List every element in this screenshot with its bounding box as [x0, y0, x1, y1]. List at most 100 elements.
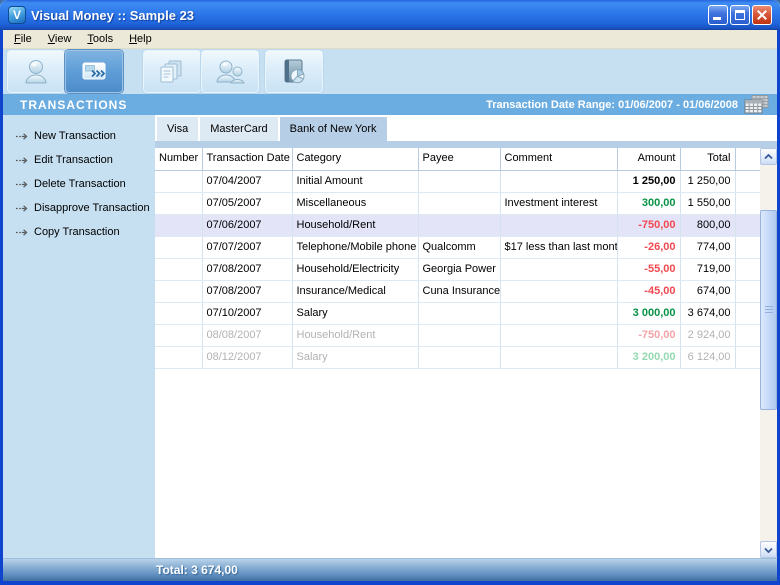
column-header-total[interactable]: Total	[680, 148, 735, 170]
cell-amount: 3 000,00	[617, 302, 680, 324]
cell-date: 07/06/2007	[202, 214, 292, 236]
app-logo-icon: V	[8, 6, 26, 24]
table-row[interactable]: 07/06/2007Household/Rent-750,00800,00	[155, 214, 760, 236]
sidebar-item-new-transaction[interactable]: New Transaction	[3, 124, 155, 148]
app-window: V Visual Money :: Sample 23 File View To…	[0, 0, 780, 585]
cell-number	[155, 280, 202, 302]
cell-payee	[418, 346, 500, 368]
cell-number	[155, 170, 202, 192]
cell-category: Household/Rent	[292, 324, 418, 346]
menu-file-accel: F	[14, 33, 21, 45]
cell-category: Salary	[292, 346, 418, 368]
column-header-number[interactable]: Number	[155, 148, 202, 170]
arrow-icon	[15, 228, 28, 237]
cell-number	[155, 346, 202, 368]
cell-comment	[500, 258, 617, 280]
title-bar: V Visual Money :: Sample 23	[0, 0, 780, 30]
user-icon	[21, 57, 51, 87]
cell-total: 674,00	[680, 280, 735, 302]
sidebar-item-copy-transaction[interactable]: Copy Transaction	[3, 220, 155, 244]
accounts-button[interactable]	[7, 50, 65, 93]
cell-comment	[500, 170, 617, 192]
sidebar-item-label: Edit Transaction	[34, 154, 113, 166]
sidebar: New Transaction Edit Transaction Delete …	[3, 115, 155, 558]
table-row[interactable]: 07/04/2007Initial Amount1 250,001 250,00	[155, 170, 760, 192]
sidebar-item-edit-transaction[interactable]: Edit Transaction	[3, 148, 155, 172]
scroll-up-button[interactable]	[760, 148, 777, 165]
table-row[interactable]: 07/10/2007Salary3 000,003 674,00	[155, 302, 760, 324]
cell-date: 07/08/2007	[202, 258, 292, 280]
vertical-scrollbar[interactable]	[760, 148, 777, 558]
date-range-label: Transaction Date Range: 01/06/2007 - 01/…	[486, 99, 738, 111]
close-icon	[756, 9, 768, 21]
cell-comment	[500, 280, 617, 302]
cell-total: 1 550,00	[680, 192, 735, 214]
copy-documents-button[interactable]	[143, 50, 201, 93]
tab-bank-of-new-york[interactable]: Bank of New York	[280, 117, 387, 141]
scroll-down-button[interactable]	[760, 541, 777, 558]
cell-number	[155, 192, 202, 214]
column-header-comment[interactable]: Comment	[500, 148, 617, 170]
cell-filler	[735, 170, 760, 192]
table-row[interactable]: 08/12/2007Salary3 200,006 124,00	[155, 346, 760, 368]
cell-comment	[500, 324, 617, 346]
cell-payee	[418, 192, 500, 214]
tab-mastercard[interactable]: MasterCard	[200, 117, 277, 141]
scrollbar-grip	[765, 306, 773, 314]
close-button[interactable]	[752, 5, 772, 25]
cell-category: Telephone/Mobile phone	[292, 236, 418, 258]
chevron-down-icon	[764, 547, 773, 553]
menu-help-label: elp	[137, 33, 152, 45]
window-border-bottom	[0, 581, 780, 585]
table-row[interactable]: 07/08/2007Insurance/MedicalCuna Insuranc…	[155, 280, 760, 302]
table-row[interactable]: 08/08/2007Household/Rent-750,002 924,00	[155, 324, 760, 346]
scrollbar-thumb[interactable]	[760, 210, 777, 410]
cell-date: 08/12/2007	[202, 346, 292, 368]
transactions-button[interactable]	[65, 50, 123, 93]
menu-view[interactable]: View	[40, 31, 80, 47]
cell-comment: Investment interest	[500, 192, 617, 214]
cell-amount: -45,00	[617, 280, 680, 302]
sidebar-item-delete-transaction[interactable]: Delete Transaction	[3, 172, 155, 196]
cell-category: Salary	[292, 302, 418, 324]
account-tabs: Visa MasterCard Bank of New York	[155, 115, 777, 141]
transactions-table: NumberTransaction DateCategoryPayeeComme…	[155, 148, 760, 558]
cell-category: Household/Rent	[292, 214, 418, 236]
tab-visa[interactable]: Visa	[157, 117, 198, 141]
menu-view-accel: V	[48, 33, 55, 45]
cell-filler	[735, 214, 760, 236]
menu-tools[interactable]: Tools	[79, 31, 121, 47]
calendar-icon[interactable]	[744, 95, 770, 114]
cell-comment	[500, 214, 617, 236]
table-row[interactable]: 07/05/2007MiscellaneousInvestment intere…	[155, 192, 760, 214]
column-header-payee[interactable]: Payee	[418, 148, 500, 170]
payees-button[interactable]	[201, 50, 259, 93]
cell-amount: 300,00	[617, 192, 680, 214]
table-row[interactable]: 07/07/2007Telephone/Mobile phoneQualcomm…	[155, 236, 760, 258]
cell-amount: -750,00	[617, 214, 680, 236]
maximize-button[interactable]	[730, 5, 750, 25]
menu-file[interactable]: File	[6, 31, 40, 47]
maximize-icon	[735, 10, 745, 20]
status-bar: Total: 3 674,00	[3, 558, 777, 581]
cell-category: Initial Amount	[292, 170, 418, 192]
reports-button[interactable]	[265, 50, 323, 93]
cell-number	[155, 302, 202, 324]
copy-icon	[157, 57, 187, 87]
cell-date: 07/08/2007	[202, 280, 292, 302]
table-body: 07/04/2007Initial Amount1 250,001 250,00…	[155, 170, 760, 368]
table-row[interactable]: 07/08/2007Household/ElectricityGeorgia P…	[155, 258, 760, 280]
sidebar-item-label: Copy Transaction	[34, 226, 120, 238]
cell-payee	[418, 214, 500, 236]
column-header-category[interactable]: Category	[292, 148, 418, 170]
menu-bar: File View Tools Help	[3, 30, 777, 49]
sidebar-item-disapprove-transaction[interactable]: Disapprove Transaction	[3, 196, 155, 220]
minimize-button[interactable]	[708, 5, 728, 25]
column-header-amount[interactable]: Amount	[617, 148, 680, 170]
toolbar	[3, 49, 777, 94]
cell-filler	[735, 236, 760, 258]
tab-substrip	[155, 141, 777, 148]
column-header-date[interactable]: Transaction Date	[202, 148, 292, 170]
sidebar-item-label: Delete Transaction	[34, 178, 126, 190]
menu-help[interactable]: Help	[121, 31, 160, 47]
